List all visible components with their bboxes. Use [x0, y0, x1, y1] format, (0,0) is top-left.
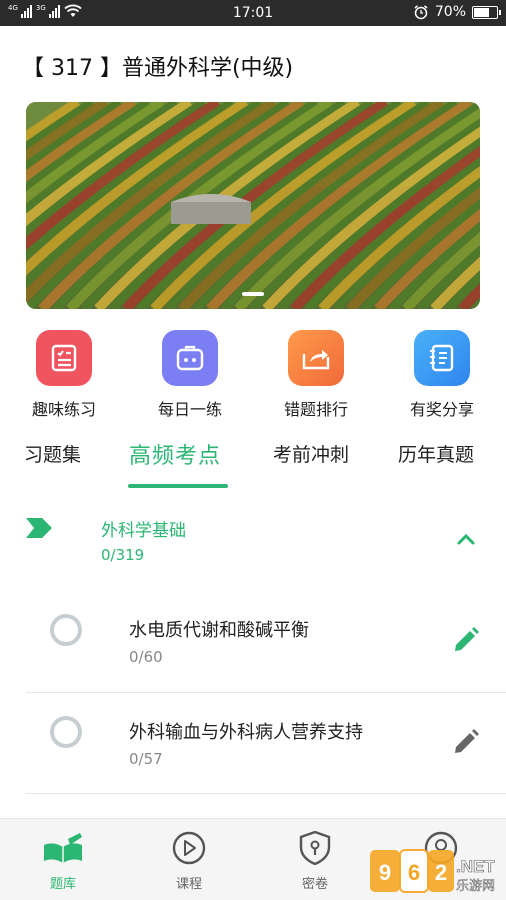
alarm-icon — [414, 5, 428, 20]
feature-label: 每日一练 — [157, 400, 222, 419]
progress-ring-icon — [50, 614, 82, 646]
pencil-icon[interactable] — [452, 626, 480, 654]
chapter-title: 外科学基础 — [101, 521, 186, 541]
tab-active-indicator — [128, 484, 228, 488]
feature-fun-practice[interactable]: 趣味练习 — [14, 330, 114, 420]
section-title: 外科输血与外科病人营养支持 — [129, 722, 363, 743]
svg-text:9: 9 — [379, 860, 391, 885]
divider — [26, 793, 506, 794]
chapter-flag-icon — [26, 518, 52, 538]
nav-courses[interactable]: 课程 — [144, 831, 234, 892]
feature-label: 有奖分享 — [409, 400, 474, 419]
tab-bar: 习题集 高频考点 考前冲刺 历年真题 — [0, 432, 506, 492]
battery-icon — [472, 5, 501, 19]
nav-secret-papers[interactable]: 密卷 — [270, 830, 360, 892]
tab-high-frequency[interactable]: 高频考点 — [129, 438, 221, 470]
svg-text:6: 6 — [408, 860, 420, 885]
feature-wrong-ranking[interactable]: 错题排行 — [266, 330, 366, 420]
nav-question-bank[interactable]: 题库 — [18, 831, 108, 892]
tab-exercise-set[interactable]: 习题集 — [24, 440, 81, 467]
section-item[interactable]: 水电质代谢和酸碱平衡 0/60 — [0, 590, 506, 690]
vineyard-image — [26, 102, 480, 309]
feature-grid: 趣味练习 每日一练 错题排行 有奖分享 — [0, 330, 506, 420]
section-progress: 0/60 — [129, 648, 163, 666]
feature-label: 趣味练习 — [31, 400, 96, 419]
chevron-up-icon[interactable] — [455, 532, 477, 546]
nav-label: 课程 — [175, 877, 202, 892]
svg-text:.NET: .NET — [456, 857, 495, 876]
banner-image[interactable] — [26, 102, 480, 309]
nav-label: 密卷 — [301, 877, 328, 892]
feature-label: 错题排行 — [283, 400, 348, 419]
chapter-progress: 0/319 — [101, 546, 145, 564]
feature-reward-share[interactable]: 有奖分享 — [392, 330, 492, 420]
watermark-logo: 9 6 2 .NET 乐游网 — [370, 848, 502, 896]
nav-label: 题库 — [49, 877, 76, 892]
svg-text:乐游网: 乐游网 — [456, 879, 495, 894]
tab-past-exams[interactable]: 历年真题 — [398, 440, 474, 467]
play-circle-icon — [172, 831, 206, 865]
shield-lock-icon — [299, 830, 331, 866]
section-item[interactable]: 外科输血与外科病人营养支持 0/57 — [0, 692, 506, 792]
section-title: 水电质代谢和酸碱平衡 — [129, 620, 309, 641]
pencil-icon[interactable] — [452, 728, 480, 756]
chapter-header[interactable]: 外科学基础 0/319 — [0, 498, 506, 580]
tab-pre-exam-sprint[interactable]: 考前冲刺 — [273, 440, 349, 467]
book-icon — [44, 833, 82, 863]
checklist-icon — [36, 330, 92, 386]
svg-text:2: 2 — [435, 860, 447, 885]
feature-daily-practice[interactable]: 每日一练 — [140, 330, 240, 420]
page-title: 【 317 】普通外科学(中级) — [22, 56, 294, 81]
section-progress: 0/57 — [129, 750, 163, 768]
progress-ring-icon — [50, 716, 82, 748]
status-bar: 4G 3G 17:01 70% — [0, 0, 506, 26]
battery-percent: 70% — [434, 4, 466, 20]
notebook-icon — [414, 330, 470, 386]
share-folder-icon — [288, 330, 344, 386]
briefcase-icon — [162, 330, 218, 386]
carousel-indicator — [242, 292, 264, 296]
